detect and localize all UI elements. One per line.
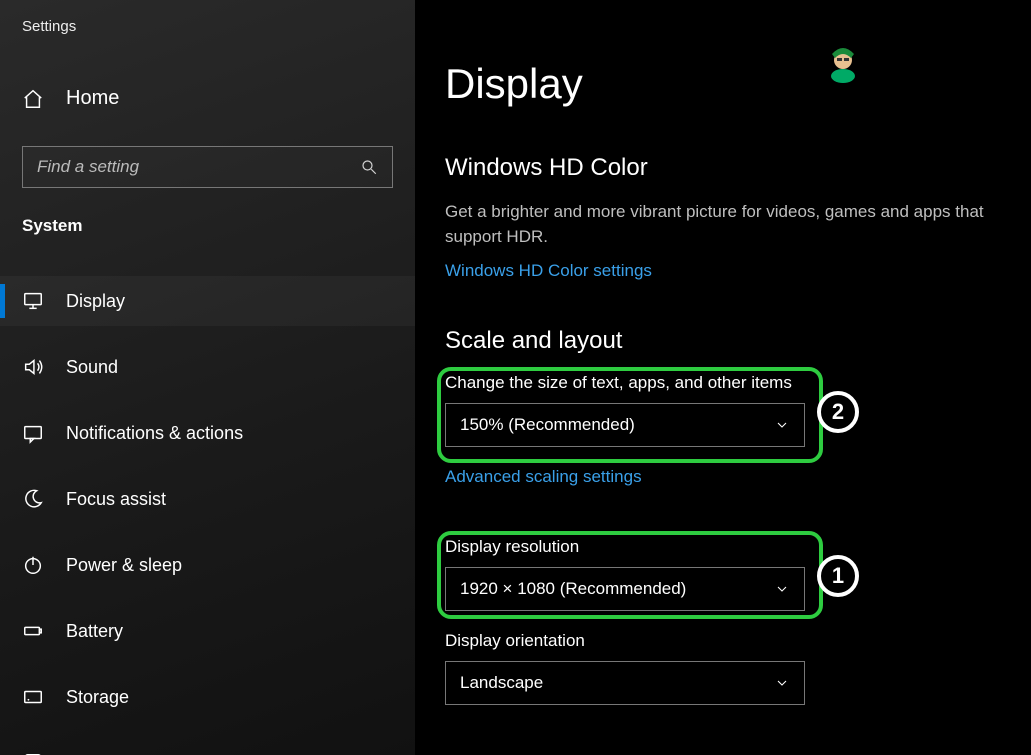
sidebar-item-notifications-actions[interactable]: Notifications & actions [0,408,415,458]
resolution-block: 1 Display resolution 1920 × 1080 (Recomm… [445,537,1011,611]
sidebar-item-display[interactable]: Display [0,276,415,326]
text-size-value: 150% (Recommended) [460,415,635,435]
search-input[interactable] [22,146,393,188]
orientation-dropdown[interactable]: Landscape [445,661,805,705]
sidebar-item-tablet[interactable]: Tablet [0,738,415,755]
page-title: Display [445,60,1011,108]
badge-1: 1 [817,555,859,597]
sidebar-item-storage[interactable]: Storage [0,672,415,722]
sidebar-item-label: Storage [66,687,129,708]
home-button[interactable]: Home [0,77,415,120]
advanced-scaling-link[interactable]: Advanced scaling settings [445,467,642,487]
resolution-label: Display resolution [445,537,1011,557]
search-field[interactable] [37,157,360,177]
main-panel: Display Windows HD Color Get a brighter … [415,0,1031,755]
sidebar-item-battery[interactable]: Battery [0,606,415,656]
moon-icon [22,488,44,510]
text-size-block: 2 Change the size of text, apps, and oth… [445,373,1011,447]
scale-heading: Scale and layout [445,327,1011,355]
text-size-dropdown[interactable]: 150% (Recommended) [445,403,805,447]
orientation-value: Landscape [460,673,543,693]
sidebar: Settings Home System Display Sound Notific… [0,0,415,755]
sidebar-item-label: Sound [66,357,118,378]
sidebar-item-label: Focus assist [66,489,166,510]
sidebar-item-label: Display [66,291,125,312]
hdcolor-settings-link[interactable]: Windows HD Color settings [445,261,652,281]
search-icon [360,158,378,176]
orientation-block: Display orientation Landscape [445,631,1011,705]
app-title: Settings [0,18,415,35]
notify-icon [22,422,44,444]
orientation-label: Display orientation [445,631,1011,651]
sidebar-item-power-sleep[interactable]: Power & sleep [0,540,415,590]
sidebar-item-focus-assist[interactable]: Focus assist [0,474,415,524]
chevron-down-icon [774,581,790,597]
home-icon [22,88,44,110]
nav-list: Display Sound Notifications & actions Focus… [0,276,415,755]
resolution-dropdown[interactable]: 1920 × 1080 (Recommended) [445,567,805,611]
battery-icon [22,620,44,642]
sidebar-item-label: Notifications & actions [66,423,243,444]
badge-2: 2 [817,391,859,433]
sidebar-item-sound[interactable]: Sound [0,342,415,392]
sound-icon [22,356,44,378]
chevron-down-icon [774,417,790,433]
sidebar-item-label: Battery [66,621,123,642]
text-size-label: Change the size of text, apps, and other… [445,373,1011,393]
hdcolor-heading: Windows HD Color [445,154,1011,182]
home-label: Home [66,87,119,110]
display-icon [22,290,44,312]
avatar [825,40,861,84]
hdcolor-desc: Get a brighter and more vibrant picture … [445,200,1005,249]
sidebar-item-label: Power & sleep [66,555,182,576]
storage-icon [22,686,44,708]
chevron-down-icon [774,675,790,691]
power-icon [22,554,44,576]
resolution-value: 1920 × 1080 (Recommended) [460,579,686,599]
group-label: System [0,216,415,236]
